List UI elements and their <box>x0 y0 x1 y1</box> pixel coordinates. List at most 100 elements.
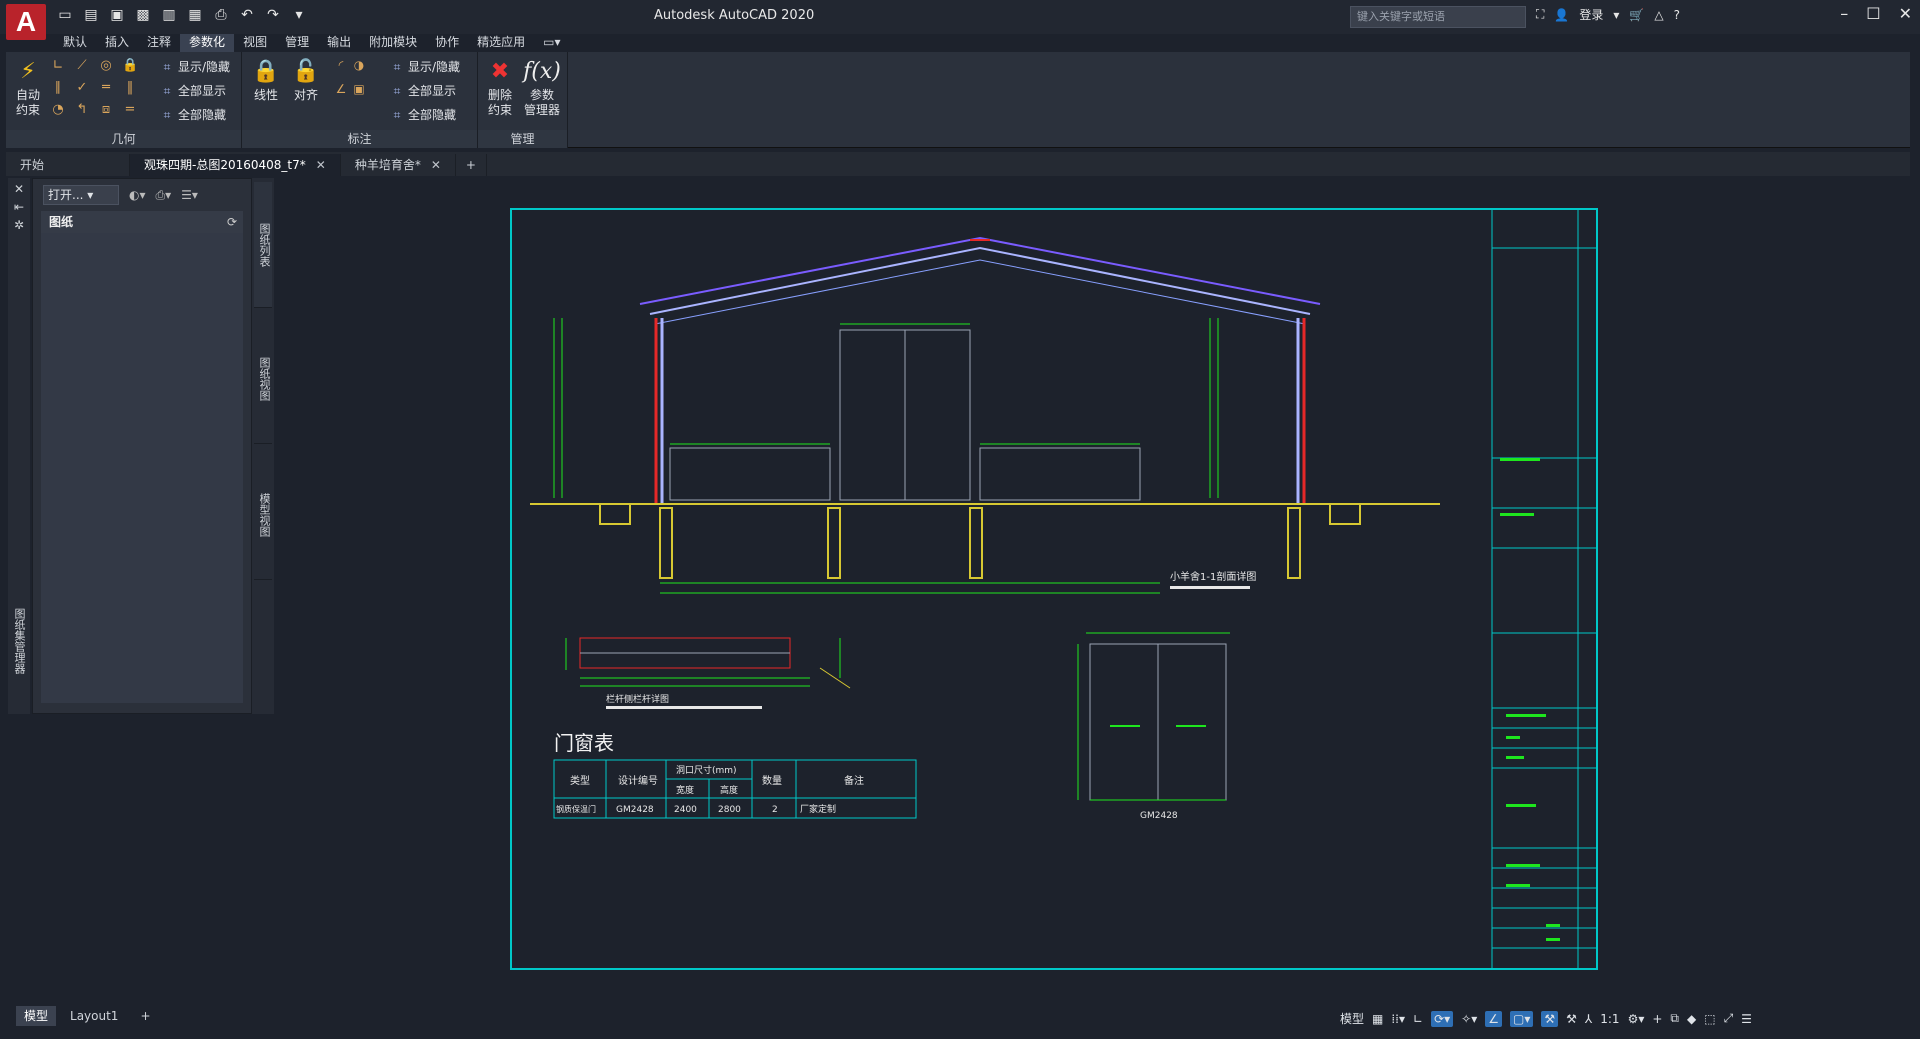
binoculars-icon[interactable]: ⛶ <box>1536 7 1544 22</box>
autocad-logo[interactable]: A <box>6 4 46 40</box>
diameter-icon[interactable]: ◑ <box>352 58 366 72</box>
geo-show-all-button[interactable]: ⌗ 全部显示 <box>160 82 226 99</box>
autohide-icon[interactable]: ⇤ <box>8 200 30 214</box>
tab-manage[interactable]: 管理 <box>276 34 318 52</box>
polar-icon[interactable]: ⟳▾ <box>1431 1010 1454 1027</box>
parallel-icon[interactable]: ∥ <box>50 80 66 96</box>
isolate-icon[interactable]: ⧉ <box>1670 1011 1679 1026</box>
save-icon[interactable]: ▣ <box>108 6 126 24</box>
tab-view[interactable]: 视图 <box>234 34 276 52</box>
a360-icon[interactable]: △ <box>1654 8 1663 22</box>
geo-hide-all-button[interactable]: ⌗ 全部隐藏 <box>160 106 226 123</box>
osnap-icon[interactable]: ▢▾ <box>1510 1010 1534 1027</box>
tab-insert[interactable]: 插入 <box>96 34 138 52</box>
horizontal-icon[interactable]: ═ <box>98 80 114 96</box>
coincident-icon[interactable]: ∟ <box>50 58 66 74</box>
cart-icon[interactable]: 🛒 <box>1629 8 1644 22</box>
drawing-canvas[interactable]: 小羊舍1-1剖面详图 栏杆侧栏杆详图 GM2428 门窗表 类型 设计编号 洞口… <box>510 208 1600 972</box>
properties-icon[interactable]: ✲ <box>8 218 30 232</box>
tab-start[interactable]: 开始 <box>6 154 130 176</box>
fullscreen-icon[interactable]: ⤢ <box>1724 1011 1734 1026</box>
tab-sheet-views[interactable]: 图纸视图 <box>254 314 272 444</box>
perpendicular-icon[interactable]: ✓ <box>74 80 90 96</box>
symmetric-icon[interactable]: ⧈ <box>98 102 114 118</box>
help-icon[interactable]: ? <box>1674 8 1680 22</box>
dim-show-all-button[interactable]: ⌗ 全部显示 <box>390 82 456 99</box>
new-file-icon[interactable]: ▭ <box>56 6 74 24</box>
save-as-icon[interactable]: ▩ <box>134 6 152 24</box>
radius-icon[interactable]: ◜ ◑ <box>334 58 366 72</box>
close-tab-icon[interactable]: ✕ <box>316 158 326 172</box>
concentric-icon[interactable]: ◎ <box>98 58 114 74</box>
open-dropdown[interactable]: 打开... ▾ <box>43 185 119 205</box>
close-tab-icon[interactable]: ✕ <box>431 158 441 172</box>
model-space-button[interactable]: 模型 <box>1340 1010 1364 1027</box>
angular-icon[interactable]: ∠ ▣ <box>334 82 366 96</box>
snap-icon[interactable]: ⁞⁞▾ <box>1391 1012 1405 1026</box>
grid-icon[interactable]: ▦ <box>1372 1012 1383 1026</box>
tab-collaborate[interactable]: 协作 <box>426 34 468 52</box>
dim-show-hide-button[interactable]: ⌗ 显示/隐藏 <box>390 58 460 75</box>
tab-addins[interactable]: 附加模块 <box>360 34 426 52</box>
new-tab-button[interactable]: + <box>456 154 487 176</box>
tab-output[interactable]: 输出 <box>318 34 360 52</box>
equal-icon[interactable]: = <box>122 102 138 118</box>
sheets-list[interactable] <box>41 233 243 703</box>
aligned-button[interactable]: 🔓 对齐 <box>286 56 326 103</box>
plot-dropdown-icon[interactable]: ⎙▾ <box>156 188 172 203</box>
tab-sheet-list[interactable]: 图纸列表 <box>254 182 272 308</box>
open-folder-icon[interactable]: ▤ <box>82 6 100 24</box>
publish-dropdown-icon[interactable]: ◐▾ <box>129 188 146 202</box>
scale-dropdown[interactable]: 1:1 <box>1600 1012 1619 1026</box>
annotation-visibility-icon[interactable]: ⚒ <box>1541 1010 1559 1027</box>
tab-featured-apps[interactable]: 精选应用 <box>468 34 534 52</box>
isodraft-icon[interactable]: ✧▾ <box>1461 1012 1477 1026</box>
tab-annotate[interactable]: 注释 <box>138 34 180 52</box>
auto-scale-icon[interactable]: ⚒ <box>1566 1012 1577 1026</box>
tab-default[interactable]: 默认 <box>54 34 96 52</box>
undo-icon[interactable]: ↶ <box>238 6 256 24</box>
ortho-icon[interactable]: ∟ <box>1413 1012 1423 1026</box>
publish-icon[interactable]: ▥ <box>160 6 178 24</box>
login-link[interactable]: 登录 <box>1579 6 1603 23</box>
search-input[interactable]: 键入关键字或短语 <box>1350 6 1526 28</box>
tab-drawing-active[interactable]: 观珠四期-总图20160408_t7* ✕ <box>130 154 341 176</box>
redo-icon[interactable]: ↷ <box>264 6 282 24</box>
object-snap-tracking-icon[interactable]: ∠ <box>1485 1010 1502 1027</box>
vertical-icon[interactable]: ‖ <box>122 80 138 96</box>
tangent-icon[interactable]: ◔ <box>50 102 66 118</box>
refresh-icon[interactable]: ⟳ <box>227 211 237 233</box>
collinear-icon[interactable]: ⟋ <box>74 58 90 74</box>
auto-constrain-button[interactable]: ⚡ 自动 约束 <box>8 56 48 118</box>
print-icon[interactable]: ⎙ <box>212 6 230 24</box>
ribbon-options-icon[interactable]: ▭▾ <box>534 34 569 52</box>
smooth-icon[interactable]: ↰ <box>74 102 90 118</box>
close-icon[interactable]: ✕ <box>1899 4 1912 23</box>
parameters-manager-button[interactable]: f(x) 参数 管理器 <box>522 56 562 118</box>
user-icon[interactable]: 👤 <box>1554 8 1569 22</box>
chevron-down-icon[interactable]: ▾ <box>1613 8 1619 22</box>
tab-drawing-sheep[interactable]: 种羊培育舍* ✕ <box>341 154 456 176</box>
plus-icon[interactable]: + <box>1652 1012 1662 1026</box>
customize-menu-icon[interactable]: ☰ <box>1741 1012 1752 1026</box>
dimension-panel-title[interactable]: 标注 <box>242 130 477 148</box>
tab-layout1[interactable]: Layout1 <box>62 1006 126 1026</box>
dim-hide-all-button[interactable]: ⌗ 全部隐藏 <box>390 106 456 123</box>
tab-model-views[interactable]: 模型视图 <box>254 450 272 580</box>
tab-model[interactable]: 模型 <box>16 1006 57 1026</box>
maximize-icon[interactable]: ☐ <box>1866 4 1880 23</box>
annotation-scale-icon[interactable]: ⅄ <box>1585 1012 1592 1026</box>
geo-show-hide-button[interactable]: ⌗ 显示/隐藏 <box>160 58 230 75</box>
minimize-icon[interactable]: – <box>1840 4 1848 23</box>
plot-icon[interactable]: ▦ <box>186 6 204 24</box>
settings-gear-icon[interactable]: ⚙▾ <box>1628 1012 1645 1026</box>
linear-button[interactable]: 🔒 线性 <box>246 56 286 103</box>
convert-icon[interactable]: ▣ <box>352 82 366 96</box>
delete-constraints-button[interactable]: ✖ 删除 约束 <box>480 56 520 118</box>
customize-dropdown-icon[interactable]: ▾ <box>290 6 308 24</box>
tab-parametric[interactable]: 参数化 <box>180 34 235 52</box>
fix-icon[interactable]: 🔒 <box>122 58 138 74</box>
clean-screen-icon[interactable]: ⬚ <box>1704 1012 1715 1026</box>
add-layout-button[interactable]: + <box>132 1006 158 1026</box>
close-palette-icon[interactable]: ✕ <box>8 182 30 196</box>
